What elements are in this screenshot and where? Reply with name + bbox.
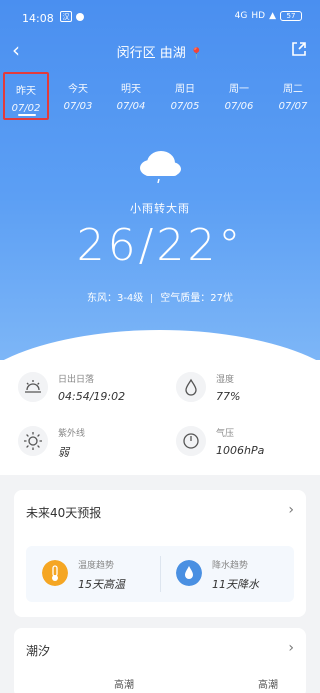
weather-meta: 东风：3-4级 空气质量：27优 <box>0 289 320 304</box>
pressure-value: 1006hPa <box>216 444 265 457</box>
day-name: 明天 <box>121 84 141 95</box>
day-name: 周一 <box>229 84 249 95</box>
chevron-right-icon[interactable]: › <box>288 640 294 656</box>
tide-high-right: 高潮 <box>258 680 278 691</box>
humidity-label: 湿度 <box>216 375 235 385</box>
meta-divider <box>151 293 153 303</box>
rain-trend-value: 11天降水 <box>212 578 259 591</box>
weather-condition: 小雨转大雨 <box>130 202 190 215</box>
hd-label: HD <box>251 11 266 21</box>
cloud-rain-icon <box>140 151 181 184</box>
app-notification-icon-2 <box>76 13 84 21</box>
share-icon[interactable] <box>290 40 308 58</box>
day-tab-3[interactable]: 周日 07/05 <box>162 72 208 120</box>
temperature-trend[interactable]: 温度趋势 15天高温 <box>26 546 160 602</box>
day-name: 昨天 <box>16 86 36 97</box>
weather-details: 日出日落 04:54/19:02 湿度 77% 紫外线 弱 气压 1006hPa <box>0 360 320 475</box>
status-indicators: 4G HD ▲ 57 <box>235 11 302 21</box>
day-date: 07/06 <box>224 101 254 112</box>
location-title[interactable]: 闵行区 由湖 📍 <box>0 42 320 61</box>
trend-box: 温度趋势 15天高温 降水趋势 11天降水 <box>26 546 294 602</box>
temp-trend-value: 15天高温 <box>78 578 125 591</box>
status-time: 14:08 <box>22 12 54 25</box>
location-label: 闵行区 由湖 <box>116 46 186 61</box>
pressure-detail: 气压 1006hPa <box>176 422 320 467</box>
day-name: 周日 <box>175 84 195 95</box>
app-notification-icon: 汉 <box>60 11 72 22</box>
sunrise-label: 日出日落 <box>58 375 95 385</box>
forecast-40-day-card[interactable]: 未来40天预报 › 温度趋势 15天高温 降水趋势 11天降水 <box>14 490 306 617</box>
day-name: 周二 <box>283 84 303 95</box>
day-date: 07/03 <box>63 101 93 112</box>
day-tab-2[interactable]: 明天 07/04 <box>108 72 154 120</box>
day-date: 07/05 <box>170 101 200 112</box>
forecast-card-title: 未来40天预报 <box>26 506 102 520</box>
battery-icon: 57 <box>280 11 302 21</box>
day-name: 今天 <box>68 84 88 95</box>
day-date: 07/04 <box>116 101 146 112</box>
day-tab-1[interactable]: 今天 07/03 <box>55 72 101 120</box>
hero-curve <box>0 330 320 360</box>
thermometer-icon <box>42 560 68 586</box>
air-quality-info: 空气质量：27优 <box>160 293 234 304</box>
sunrise-icon <box>18 372 48 402</box>
location-pin-icon: 📍 <box>189 47 204 60</box>
humidity-value: 77% <box>216 390 241 403</box>
uv-label: 紫外线 <box>58 429 86 439</box>
humidity-drop-icon <box>176 372 206 402</box>
tide-card[interactable]: 潮汐 › 高潮 高潮 <box>14 628 306 693</box>
rain-trend-label: 降水趋势 <box>212 561 249 571</box>
sunrise-value: 04:54/19:02 <box>58 390 126 403</box>
chevron-right-icon[interactable]: › <box>288 502 294 518</box>
wind-info: 东风：3-4级 <box>86 293 144 304</box>
sunrise-detail: 日出日落 04:54/19:02 <box>18 368 168 413</box>
wifi-icon: ▲ <box>269 11 276 21</box>
temperature-range: 26/22° <box>76 220 244 271</box>
pressure-gauge-icon <box>176 426 206 456</box>
day-date: 07/07 <box>278 101 308 112</box>
day-selector: 昨天 07/02 今天 07/03 明天 07/04 周日 07/05 周一 0… <box>0 72 320 120</box>
day-tab-4[interactable]: 周一 07/06 <box>216 72 262 120</box>
temp-trend-label: 温度趋势 <box>78 561 115 571</box>
tide-high-left: 高潮 <box>114 680 134 691</box>
raindrop-icon <box>176 560 202 586</box>
uv-value: 弱 <box>58 446 69 459</box>
uv-detail: 紫外线 弱 <box>18 422 168 467</box>
day-tab-0[interactable]: 昨天 07/02 <box>3 72 49 120</box>
humidity-detail: 湿度 77% <box>176 368 320 413</box>
tide-card-title: 潮汐 <box>26 644 51 658</box>
day-date: 07/02 <box>11 103 41 114</box>
rain-trend[interactable]: 降水趋势 11天降水 <box>160 546 294 602</box>
pressure-label: 气压 <box>216 429 235 439</box>
signal-label: 4G <box>234 11 248 21</box>
status-bar: 14:08 汉 4G HD ▲ 57 <box>0 0 320 34</box>
day-tab-5[interactable]: 周二 07/07 <box>270 72 316 120</box>
sun-icon <box>18 426 48 456</box>
